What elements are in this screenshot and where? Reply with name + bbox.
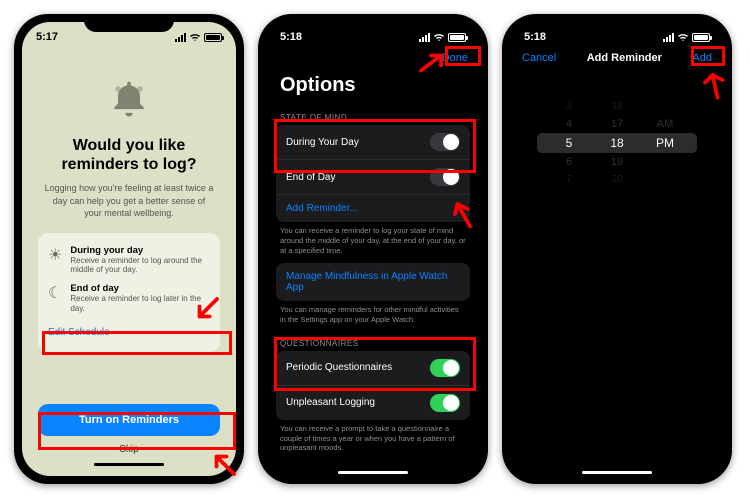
- picker-hour[interactable]: 6: [554, 156, 584, 168]
- periodic-label: Periodic Questionnaires: [286, 362, 392, 373]
- time-picker[interactable]: 3 16 4 17 AM 5 18 PM 6 19 7 20: [537, 98, 697, 188]
- end-day-desc: Receive a reminder to log later in the d…: [70, 294, 210, 313]
- turn-on-reminders-button[interactable]: Turn on Reminders: [38, 404, 220, 436]
- cellular-icon: [175, 33, 186, 42]
- add-reminder-label: Add Reminder...: [286, 203, 358, 214]
- unpleasant-label: Unpleasant Logging: [286, 397, 375, 408]
- home-indicator[interactable]: [582, 471, 652, 474]
- picker-ampm-selected[interactable]: PM: [650, 136, 680, 150]
- notch: [84, 14, 174, 32]
- cellular-icon: [663, 33, 674, 42]
- phone-frame-3: 5:18 Cancel Add Reminder Add 3 16 4 17 AM 5…: [502, 14, 732, 484]
- wifi-icon: [677, 31, 689, 43]
- end-day-title: End of day: [70, 283, 210, 294]
- watch-footer: You can manage reminders for other mindf…: [266, 301, 480, 333]
- during-day-cell[interactable]: During Your Day: [276, 125, 470, 160]
- during-day-label: During Your Day: [286, 137, 359, 148]
- state-of-mind-label: STATE OF MIND: [266, 107, 480, 125]
- options-title: Options: [266, 68, 480, 107]
- status-time: 5:18: [280, 31, 302, 43]
- periodic-cell[interactable]: Periodic Questionnaires: [276, 351, 470, 386]
- picker-min[interactable]: 17: [602, 118, 632, 130]
- cellular-icon: [419, 33, 430, 42]
- battery-icon: [692, 33, 710, 42]
- nav-bar: Cancel Add Reminder Add: [510, 48, 724, 68]
- phone-frame-1: 5:17 Would you like reminders to log? Lo…: [14, 14, 244, 484]
- periodic-toggle[interactable]: [430, 359, 460, 377]
- q-footer: You can receive a prompt to take a quest…: [266, 420, 480, 461]
- add-reminder-screen: 5:18 Cancel Add Reminder Add 3 16 4 17 AM 5…: [510, 22, 724, 476]
- picker-hour[interactable]: 4: [554, 118, 584, 130]
- status-time: 5:17: [36, 31, 58, 43]
- add-reminder-title: Add Reminder: [587, 52, 662, 64]
- battery-icon: [448, 33, 466, 42]
- manage-watch-link[interactable]: Manage Mindfulness in Apple Watch App: [276, 263, 470, 301]
- add-reminder-link[interactable]: Add Reminder...: [276, 195, 470, 222]
- picker-hour[interactable]: 3: [554, 101, 584, 112]
- wifi-icon: [189, 31, 201, 43]
- state-footer: You can receive a reminder to log your s…: [266, 222, 480, 263]
- picker-min[interactable]: 16: [602, 101, 632, 112]
- picker-hour-selected[interactable]: 5: [554, 136, 584, 150]
- during-day-row: ☀︎ During your dayReceive a reminder to …: [48, 241, 210, 279]
- end-day-cell[interactable]: End of Day: [276, 160, 470, 195]
- picker-ampm[interactable]: AM: [650, 118, 680, 130]
- unpleasant-cell[interactable]: Unpleasant Logging: [276, 386, 470, 420]
- end-day-toggle[interactable]: [430, 168, 460, 186]
- home-indicator[interactable]: [94, 463, 164, 466]
- picker-min[interactable]: 19: [602, 156, 632, 168]
- reminders-onboarding-screen: 5:17 Would you like reminders to log? Lo…: [22, 22, 236, 476]
- during-day-toggle[interactable]: [430, 133, 460, 151]
- end-day-label: End of Day: [286, 172, 335, 183]
- skip-button[interactable]: Skip: [111, 436, 146, 463]
- picker-hour[interactable]: 7: [554, 174, 584, 185]
- wifi-icon: [433, 31, 445, 43]
- during-day-desc: Receive a reminder to log around the mid…: [70, 256, 210, 275]
- questionnaires-group: Periodic Questionnaires Unpleasant Loggi…: [276, 351, 470, 420]
- nav-bar: Done: [266, 48, 480, 68]
- phone-frame-2: 5:18 Done Options STATE OF MIND During Y…: [258, 14, 488, 484]
- during-day-title: During your day: [70, 245, 210, 256]
- onboarding-subtext: Logging how you're feeling at least twic…: [38, 182, 220, 218]
- notch: [328, 14, 418, 32]
- end-day-row: ☾ End of dayReceive a reminder to log la…: [48, 279, 210, 317]
- status-time: 5:18: [524, 31, 546, 43]
- schedule-card: ☀︎ During your dayReceive a reminder to …: [38, 233, 220, 352]
- battery-icon: [204, 33, 222, 42]
- moon-icon: ☾: [48, 283, 62, 313]
- home-indicator[interactable]: [338, 471, 408, 474]
- notch: [572, 14, 662, 32]
- cancel-button[interactable]: Cancel: [522, 52, 556, 64]
- done-button[interactable]: Done: [442, 52, 468, 64]
- watch-group: Manage Mindfulness in Apple Watch App: [276, 263, 470, 301]
- picker-min-selected[interactable]: 18: [602, 136, 632, 150]
- state-of-mind-group: During Your Day End of Day Add Reminder.…: [276, 125, 470, 222]
- options-screen: 5:18 Done Options STATE OF MIND During Y…: [266, 22, 480, 476]
- add-button[interactable]: Add: [692, 52, 712, 64]
- questionnaires-label: QUESTIONNAIRES: [266, 333, 480, 351]
- picker-min[interactable]: 20: [602, 174, 632, 185]
- unpleasant-toggle[interactable]: [430, 394, 460, 412]
- bell-icon: [107, 78, 151, 122]
- onboarding-heading: Would you like reminders to log?: [38, 136, 220, 174]
- manage-watch-label: Manage Mindfulness in Apple Watch App: [286, 271, 460, 293]
- sun-icon: ☀︎: [48, 245, 62, 275]
- edit-schedule-link[interactable]: Edit Schedule: [48, 317, 210, 344]
